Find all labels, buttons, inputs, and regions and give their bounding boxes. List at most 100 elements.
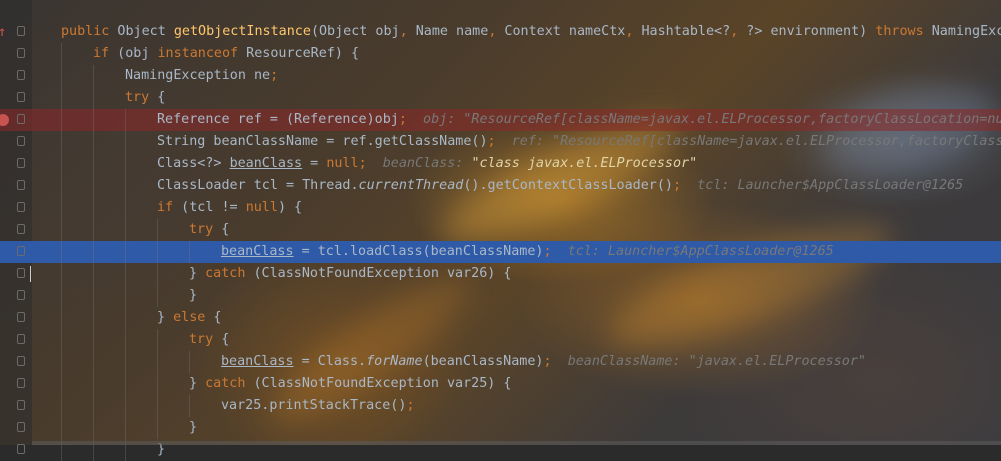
code-token: ;	[543, 244, 552, 259]
indent-guide	[61, 197, 62, 219]
code-line[interactable]: try {	[0, 87, 1001, 109]
fold-marker-icon[interactable]	[17, 378, 25, 388]
fold-marker-icon[interactable]	[17, 422, 25, 432]
gutter-cell[interactable]	[0, 87, 32, 109]
override-arrow-icon[interactable]: ↑	[0, 21, 6, 43]
indent-guide	[61, 329, 62, 351]
gutter-cell[interactable]	[0, 109, 32, 131]
fold-marker-icon[interactable]	[17, 224, 25, 234]
fold-marker-icon[interactable]	[17, 92, 25, 102]
gutter-cell[interactable]	[0, 307, 32, 329]
code-token: ) {	[277, 200, 303, 215]
code-token: throws	[875, 24, 924, 39]
code-token: NamingException ne	[125, 68, 271, 83]
indent-guide	[125, 373, 126, 395]
gutter-cell[interactable]	[0, 395, 32, 417]
current-execution-line[interactable]: beanClass = tcl.loadClass(beanClassName)…	[0, 241, 1001, 263]
fold-marker-icon[interactable]	[17, 290, 25, 300]
editor-scrollbar[interactable]	[32, 441, 1001, 445]
indent-guide	[61, 87, 62, 109]
gutter-cell[interactable]	[0, 439, 32, 461]
gutter-cell[interactable]	[0, 417, 32, 439]
gutter-cell[interactable]	[0, 153, 32, 175]
code-line[interactable]: var25.printStackTrace();	[0, 395, 1001, 417]
code-token: else	[173, 310, 206, 325]
fold-marker-icon[interactable]	[17, 268, 25, 278]
code-line[interactable]: } else {	[0, 307, 1001, 329]
fold-marker-icon[interactable]	[17, 158, 25, 168]
code-token: ;	[543, 354, 552, 369]
fold-marker-icon[interactable]	[17, 48, 25, 58]
gutter-cell[interactable]	[0, 175, 32, 197]
indent-guide	[61, 285, 62, 307]
code-token: ClassLoader tcl = Thread.	[157, 178, 359, 193]
gutter-cell[interactable]	[0, 329, 32, 351]
code-text: beanClass = Class.forName(beanClassName)…	[221, 351, 866, 373]
gutter-cell[interactable]	[0, 65, 32, 87]
code-line[interactable]: ClassLoader tcl = Thread.currentThread()…	[0, 175, 1001, 197]
indent-guide	[61, 109, 62, 131]
indent-guide	[93, 395, 94, 417]
indent-guide	[61, 417, 62, 439]
code-line[interactable]: beanClass = Class.forName(beanClassName)…	[0, 351, 1001, 373]
code-line[interactable]: }	[0, 285, 1001, 307]
code-token: }	[189, 376, 206, 391]
code-line[interactable]: String beanClassName = ref.getClassName(…	[0, 131, 1001, 153]
gutter-cell[interactable]: ↑	[0, 21, 32, 43]
code-token: {	[213, 222, 230, 237]
code-token: ,	[399, 24, 408, 39]
gutter-cell[interactable]	[0, 373, 32, 395]
code-token: forName	[366, 354, 423, 369]
indent-guide	[189, 241, 190, 263]
fold-marker-icon[interactable]	[17, 400, 25, 410]
indent-guide	[61, 219, 62, 241]
code-token: Name name	[407, 24, 489, 39]
code-line[interactable]: }	[0, 417, 1001, 439]
fold-marker-icon[interactable]	[17, 114, 25, 124]
code-line[interactable]: if (tcl != null) {	[0, 197, 1001, 219]
gutter-cell[interactable]	[0, 197, 32, 219]
gutter-cell[interactable]	[0, 285, 32, 307]
indent-guide	[93, 417, 94, 439]
gutter-cell[interactable]	[0, 43, 32, 65]
breakpoint-icon[interactable]	[0, 114, 9, 126]
indent-guide	[93, 263, 94, 285]
code-token: {	[149, 90, 166, 105]
fold-marker-icon[interactable]	[17, 334, 25, 344]
code-token: ;	[270, 68, 279, 83]
fold-marker-icon[interactable]	[17, 312, 25, 322]
indent-guide	[157, 219, 158, 241]
fold-marker-icon[interactable]	[17, 26, 25, 36]
indent-guide	[125, 219, 126, 241]
gutter-cell[interactable]	[0, 351, 32, 373]
code-line[interactable]: try {	[0, 329, 1001, 351]
code-token: Object	[109, 24, 174, 39]
code-line[interactable]: ↑ public Object getObjectInstance(Object …	[0, 21, 1001, 43]
fold-marker-icon[interactable]	[17, 70, 25, 80]
fold-marker-icon[interactable]	[17, 444, 25, 454]
code-token: {	[213, 332, 230, 347]
code-line[interactable]: Class<?> beanClass = null; beanClass: "c…	[0, 153, 1001, 175]
code-line[interactable]: if (obj instanceof ResourceRef) {	[0, 43, 1001, 65]
fold-marker-icon[interactable]	[17, 202, 25, 212]
fold-marker-icon[interactable]	[17, 356, 25, 366]
gutter-cell[interactable]	[0, 263, 32, 285]
debug-inline-value: tcl: Launcher$AppClassLoader@1265	[567, 244, 834, 259]
code-line[interactable]: NamingException ne;	[0, 65, 1001, 87]
fold-marker-icon[interactable]	[17, 180, 25, 190]
debug-inline-value: ref: "ResourceRef[className=javax.el.ELP…	[511, 134, 1001, 149]
code-line[interactable]: } catch (ClassNotFoundException var25) {	[0, 373, 1001, 395]
breakpoint-line[interactable]: Reference ref = (Reference)obj; obj: "Re…	[0, 109, 1001, 131]
fold-marker-icon[interactable]	[17, 136, 25, 146]
code-token: try	[189, 222, 214, 237]
indent-guide	[93, 219, 94, 241]
code-line[interactable]: } catch (ClassNotFoundException var26) {	[0, 263, 1001, 285]
gutter-cell[interactable]	[0, 131, 32, 153]
gutter-cell[interactable]	[0, 241, 32, 263]
indent-guide	[61, 351, 62, 373]
indent-guide	[125, 175, 126, 197]
gutter-cell[interactable]	[0, 219, 32, 241]
code-editor[interactable]: ↑ public Object getObjectInstance(Object …	[0, 21, 1001, 461]
fold-marker-icon[interactable]	[17, 246, 25, 256]
code-line[interactable]: try {	[0, 219, 1001, 241]
